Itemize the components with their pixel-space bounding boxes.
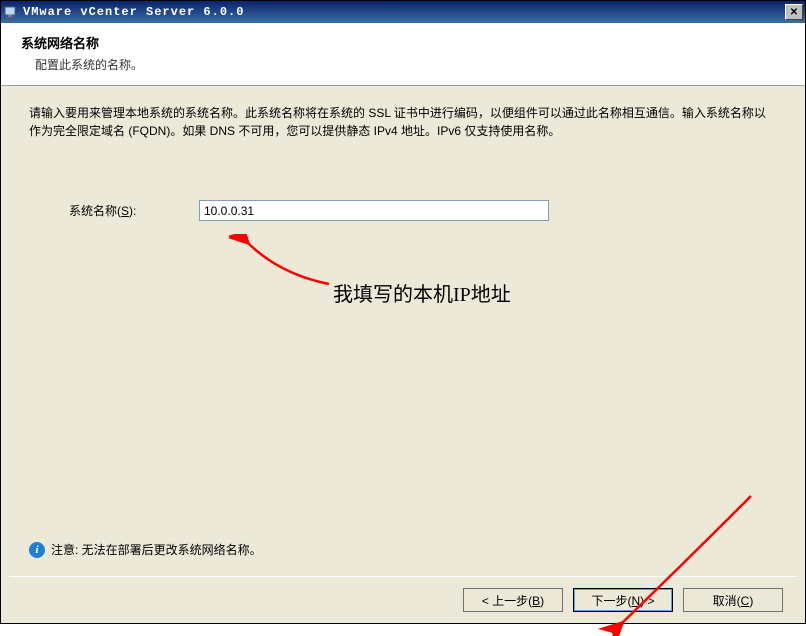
page-subtitle: 配置此系统的名称。 [21, 56, 785, 73]
back-button[interactable]: < 上一步(B) [463, 588, 563, 612]
installer-window: VMware vCenter Server 6.0.0 ✕ 系统网络名称 配置此… [0, 0, 806, 624]
system-name-row: 系统名称(S): [69, 200, 777, 221]
close-button[interactable]: ✕ [785, 4, 803, 20]
description-text: 请输入要用来管理本地系统的系统名称。此系统名称将在系统的 SSL 证书中进行编码… [29, 104, 777, 140]
window-title: VMware vCenter Server 6.0.0 [23, 5, 785, 19]
note-text: 注意: 无法在部署后更改系统网络名称。 [51, 541, 262, 558]
titlebar: VMware vCenter Server 6.0.0 ✕ [1, 1, 805, 23]
content-area: 请输入要用来管理本地系统的系统名称。此系统名称将在系统的 SSL 证书中进行编码… [1, 86, 805, 576]
info-icon: i [29, 542, 45, 558]
note-row: i 注意: 无法在部署后更改系统网络名称。 [29, 541, 262, 558]
next-button[interactable]: 下一步(N) > [573, 588, 673, 612]
annotation-text: 我填写的本机IP地址 [333, 278, 511, 307]
annotation-arrow-1 [229, 234, 339, 294]
button-bar: < 上一步(B) 下一步(N) > 取消(C) [1, 577, 805, 623]
app-icon [3, 4, 19, 20]
system-name-input[interactable] [199, 200, 549, 221]
page-title: 系统网络名称 [21, 33, 785, 52]
wizard-header: 系统网络名称 配置此系统的名称。 [1, 23, 805, 86]
cancel-button[interactable]: 取消(C) [683, 588, 783, 612]
system-name-label: 系统名称(S): [69, 202, 199, 219]
